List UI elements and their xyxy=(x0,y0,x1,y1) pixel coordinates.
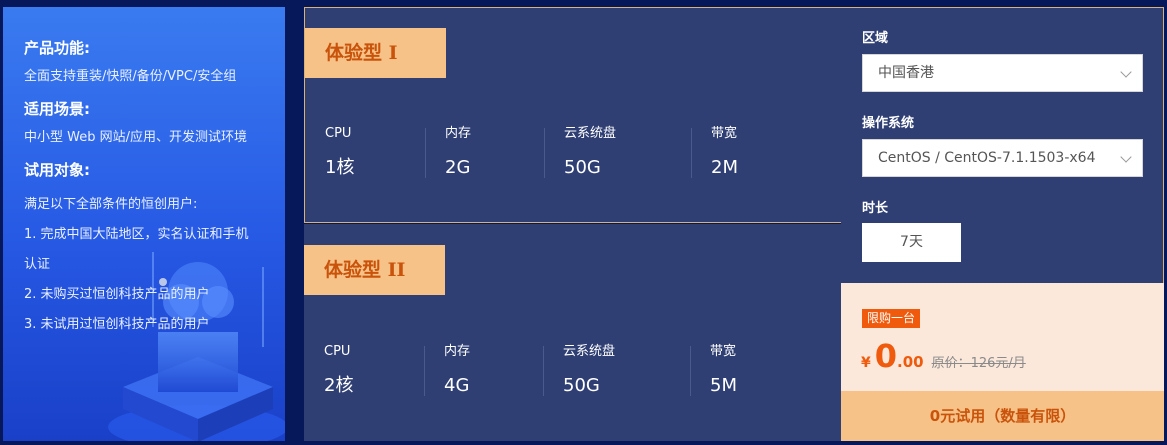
spec-value: 2G xyxy=(445,157,471,178)
scenarios-text: 中小型 Web 网站/应用、开发测试环境 xyxy=(24,130,247,145)
spec-label: 带宽 xyxy=(711,126,738,141)
spec-memory: 内存 4G xyxy=(444,342,470,398)
spec-value: 2M xyxy=(711,157,738,178)
plan-name: 体验型 II xyxy=(304,245,445,295)
spec-value: 2核 xyxy=(324,375,354,396)
limit-badge: 限购一台 xyxy=(862,309,921,328)
condition-item: 3. 未试用过恒创科技产品的用户 xyxy=(24,317,210,332)
plan-specs: CPU 1核 内存 2G 云系统盘 50G 带宽 2M xyxy=(305,124,842,184)
features-heading: 产品功能: xyxy=(24,39,90,57)
divider xyxy=(424,346,425,396)
region-select[interactable]: 中国香港 xyxy=(862,54,1143,92)
plan-specs: CPU 2核 内存 4G 云系统盘 50G 带宽 5M xyxy=(304,342,841,402)
features-text: 全面支持重装/快照/备份/VPC/安全组 xyxy=(24,69,237,84)
region-label: 区域 xyxy=(862,31,889,46)
spec-label: 内存 xyxy=(444,344,471,359)
plan-name: 体验型 I xyxy=(305,28,446,78)
currency-symbol: ¥ xyxy=(861,355,871,371)
divider xyxy=(425,128,426,178)
divider xyxy=(544,128,545,178)
os-select[interactable]: CentOS / CentOS-7.1.1503-x64 xyxy=(862,139,1143,177)
spec-label: 内存 xyxy=(445,126,472,141)
chevron-down-icon xyxy=(1120,66,1132,78)
spec-label: CPU xyxy=(325,126,352,141)
divider xyxy=(690,346,691,396)
spec-value: 50G xyxy=(563,375,600,396)
target-heading: 试用对象: xyxy=(24,161,90,179)
spec-cpu: CPU 2核 xyxy=(324,342,353,398)
config-panel: 区域 中国香港 操作系统 CentOS / CentOS-7.1.1503-x6… xyxy=(841,7,1164,283)
original-price: 原价：126元/月 xyxy=(931,356,1026,371)
os-label: 操作系统 xyxy=(862,116,915,131)
duration-label: 时长 xyxy=(862,201,889,216)
spec-disk: 云系统盘 50G xyxy=(563,342,615,398)
target-intro: 满足以下全部条件的恒创用户: xyxy=(24,197,198,212)
condition-item: 认证 xyxy=(24,257,51,272)
plan-card-1[interactable]: 体验型 I CPU 1核 内存 2G 云系统盘 50G 带宽 2M xyxy=(304,7,841,223)
region-value: 中国香港 xyxy=(878,65,934,81)
product-info-panel: 产品功能: 全面支持重装/快照/备份/VPC/安全组 适用场景: 中小型 Web… xyxy=(3,7,285,441)
divider xyxy=(691,128,692,178)
scenarios-heading: 适用场景: xyxy=(24,100,90,118)
spec-value: 50G xyxy=(564,157,601,178)
price-row: ¥0.00 原价：126元/月 xyxy=(861,337,1026,375)
spec-label: 带宽 xyxy=(710,344,737,359)
condition-item: 2. 未购买过恒创科技产品的用户 xyxy=(24,287,210,302)
spec-label: 云系统盘 xyxy=(564,126,617,141)
spec-bandwidth: 带宽 5M xyxy=(710,342,737,398)
spec-cpu: CPU 1核 xyxy=(325,124,354,180)
spec-value: 4G xyxy=(444,375,470,396)
free-trial-button[interactable]: 0元试用（数量有限） xyxy=(841,391,1164,441)
condition-item: 1. 完成中国大陆地区，实名认证和手机 xyxy=(24,227,249,242)
spec-disk: 云系统盘 50G xyxy=(564,124,616,180)
spec-label: 云系统盘 xyxy=(563,344,616,359)
spec-value: 5M xyxy=(710,375,737,396)
spec-label: CPU xyxy=(324,344,351,359)
duration-option[interactable]: 7天 xyxy=(862,223,961,262)
divider xyxy=(543,346,544,396)
price-decimal: .00 xyxy=(897,353,924,371)
spec-memory: 内存 2G xyxy=(445,124,471,180)
plan-card-2[interactable]: 体验型 II CPU 2核 内存 4G 云系统盘 50G 带宽 5M xyxy=(304,224,841,441)
price-integer: 0 xyxy=(874,337,898,375)
chevron-down-icon xyxy=(1120,151,1132,163)
spec-bandwidth: 带宽 2M xyxy=(711,124,738,180)
spec-value: 1核 xyxy=(325,157,355,178)
os-value: CentOS / CentOS-7.1.1503-x64 xyxy=(878,150,1096,166)
price-panel: 限购一台 ¥0.00 原价：126元/月 xyxy=(841,283,1164,391)
